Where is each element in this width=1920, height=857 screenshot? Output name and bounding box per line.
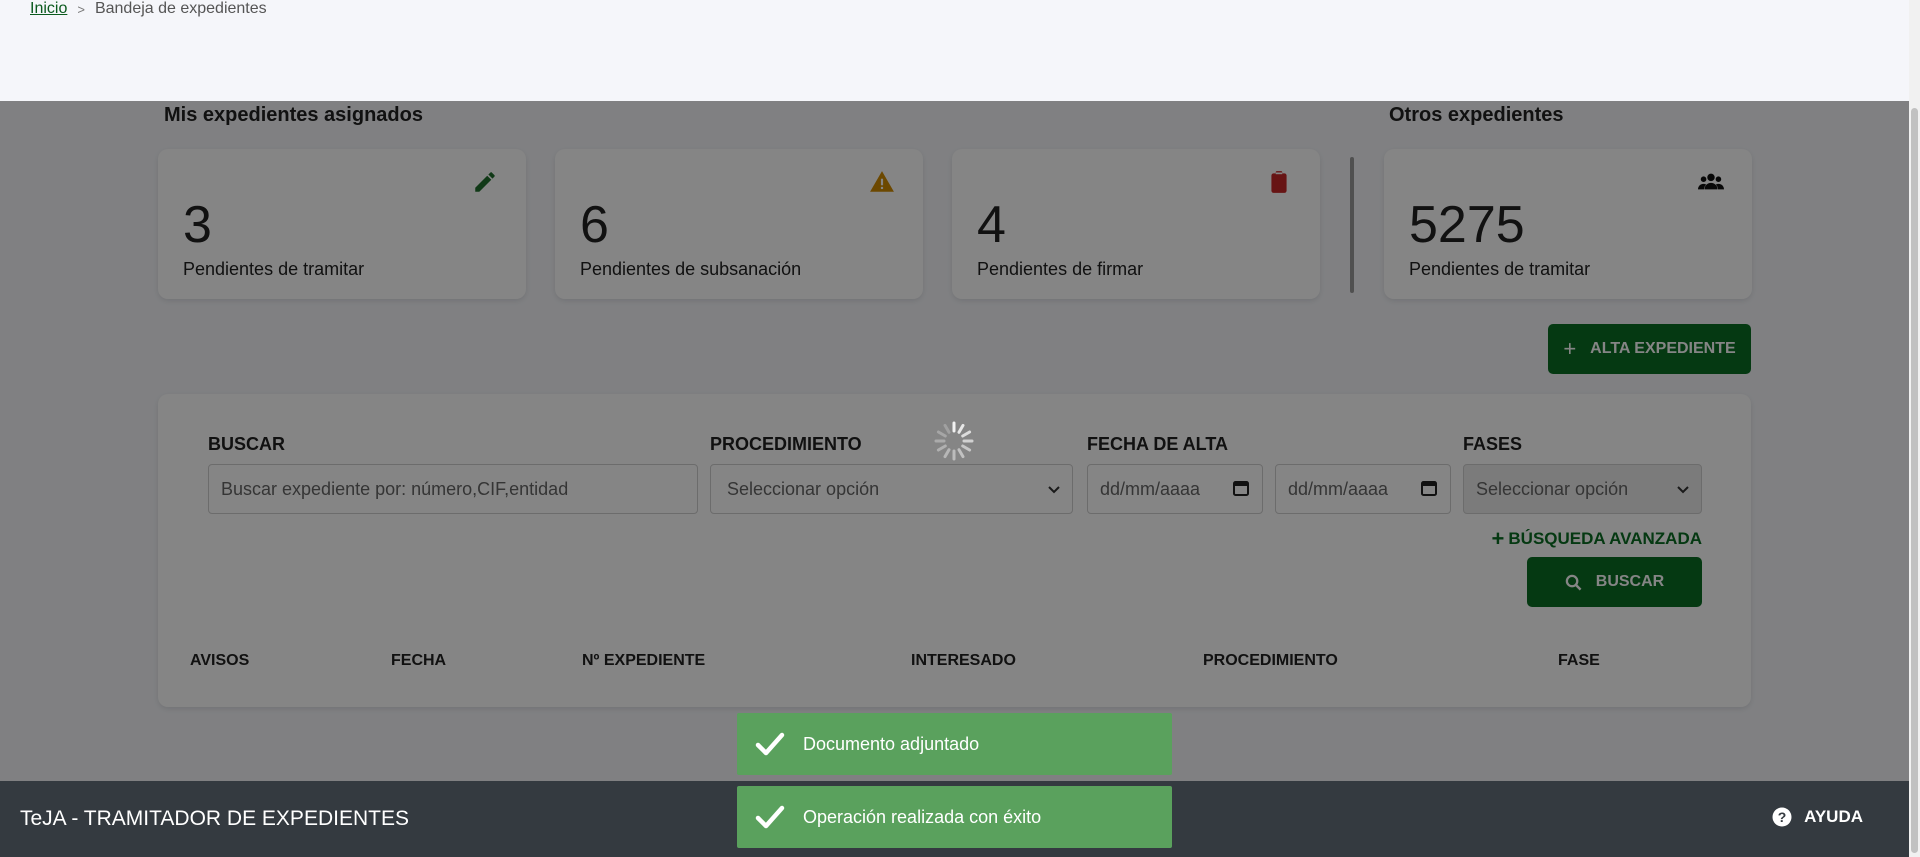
breadcrumb: Inicio > Bandeja de expedientes	[30, 0, 267, 18]
breadcrumb-current: Bandeja de expedientes	[94, 0, 267, 17]
toast-notification[interactable]: Operación realizada con éxito	[737, 786, 1172, 848]
breadcrumb-separator: >	[77, 1, 85, 17]
toast-message: Documento adjuntado	[803, 733, 980, 754]
page-scrollbar[interactable]	[1909, 0, 1920, 857]
help-button[interactable]: ? AYUDA	[1772, 807, 1863, 827]
help-icon: ?	[1772, 807, 1792, 827]
app-title: TeJA - TRAMITADOR DE EXPEDIENTES	[20, 807, 409, 830]
toast-message: Operación realizada con éxito	[803, 806, 1042, 827]
scrollbar-thumb[interactable]	[1911, 108, 1918, 853]
top-header: Inicio > Bandeja de expedientes	[0, 0, 1909, 101]
breadcrumb-home-link[interactable]: Inicio	[30, 0, 67, 18]
loading-spinner-icon	[934, 421, 974, 461]
checkmark-icon	[755, 805, 785, 829]
checkmark-icon	[755, 732, 785, 756]
toast-notification[interactable]: Documento adjuntado	[737, 713, 1172, 775]
help-label: AYUDA	[1804, 807, 1863, 826]
svg-text:?: ?	[1778, 809, 1787, 825]
